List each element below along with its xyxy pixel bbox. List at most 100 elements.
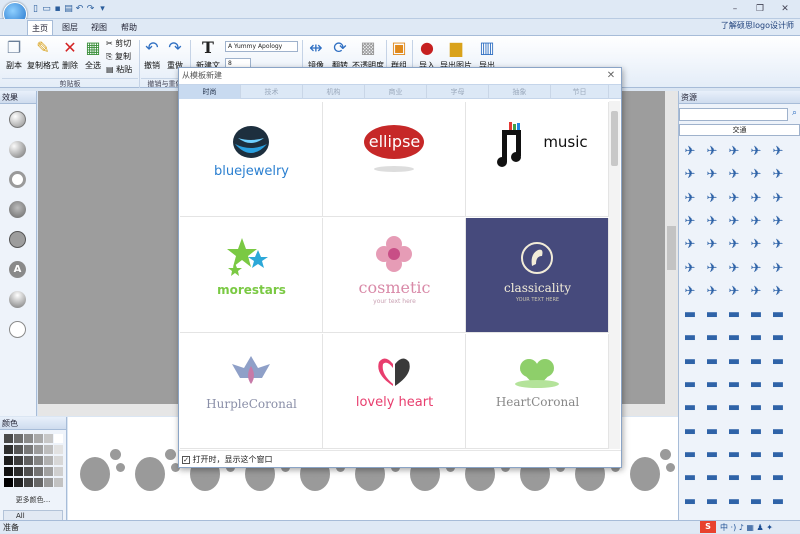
vehicle-icon[interactable]: ▬: [769, 447, 787, 462]
color-swatch[interactable]: [24, 467, 33, 476]
vehicle-icon[interactable]: ▬: [681, 494, 699, 509]
airplane-icon[interactable]: ✈: [769, 261, 787, 276]
vehicle-icon[interactable]: ▬: [681, 308, 699, 322]
airplane-icon[interactable]: ✈: [681, 284, 699, 299]
color-swatch[interactable]: [4, 478, 13, 487]
tab-help[interactable]: 帮助: [117, 20, 141, 35]
delete-button[interactable]: ✕ 删除: [60, 38, 80, 78]
search-icon[interactable]: ⌕: [789, 108, 800, 121]
undo-small-icon[interactable]: ↶: [74, 4, 85, 15]
airplane-icon[interactable]: ✈: [703, 238, 721, 252]
vehicle-icon[interactable]: ▬: [769, 378, 787, 392]
resource-search-input[interactable]: [679, 108, 788, 121]
vehicle-icon[interactable]: ▬: [747, 331, 765, 345]
color-swatch[interactable]: [44, 478, 53, 487]
vehicle-icon[interactable]: ▬: [681, 354, 699, 369]
tab-home[interactable]: 主页: [27, 20, 53, 35]
vehicle-icon[interactable]: ▬: [681, 378, 699, 392]
vehicle-icon[interactable]: ▬: [725, 401, 743, 415]
category-select[interactable]: 交通: [679, 124, 800, 136]
airplane-icon[interactable]: ✈: [725, 238, 743, 252]
color-swatch[interactable]: [44, 467, 53, 476]
vehicle-icon[interactable]: ▬: [681, 424, 699, 439]
tab-technology[interactable]: 技术: [241, 85, 303, 99]
vehicle-icon[interactable]: ▬: [769, 424, 787, 439]
airplane-icon[interactable]: ✈: [769, 191, 787, 206]
format-painter-button[interactable]: ✎ 复制格式: [27, 38, 59, 78]
color-swatch[interactable]: [34, 467, 43, 476]
tab-layer[interactable]: 图层: [58, 20, 82, 35]
vehicle-icon[interactable]: ▬: [725, 308, 743, 322]
vehicle-icon[interactable]: ▬: [703, 378, 721, 392]
undo-button[interactable]: ↶ 撤销: [142, 38, 162, 78]
airplane-icon[interactable]: ✈: [725, 214, 743, 229]
minimize-button[interactable]: –: [724, 2, 746, 16]
airplane-icon[interactable]: ✈: [725, 261, 743, 276]
template-ellipse[interactable]: ellipse: [323, 102, 466, 217]
vehicle-icon[interactable]: ▬: [681, 471, 699, 485]
effect-outline-icon[interactable]: [9, 171, 26, 188]
tab-letters[interactable]: 字母: [427, 85, 489, 99]
vehicle-icon[interactable]: ▬: [703, 308, 721, 322]
color-swatch[interactable]: [24, 445, 33, 454]
airplane-icon[interactable]: ✈: [747, 168, 765, 182]
template-heartcoronal[interactable]: HeartCoronal: [466, 334, 609, 449]
color-swatch[interactable]: [54, 434, 63, 443]
color-swatch[interactable]: [14, 456, 23, 465]
template-morestars[interactable]: morestars: [180, 218, 323, 333]
open-folder-icon[interactable]: ▭: [41, 4, 52, 15]
airplane-icon[interactable]: ✈: [703, 261, 721, 276]
airplane-icon[interactable]: ✈: [747, 145, 765, 159]
template-lovely-heart[interactable]: lovely heart: [323, 334, 466, 449]
template-music[interactable]: music: [466, 102, 609, 217]
vehicle-icon[interactable]: ▬: [747, 354, 765, 369]
effect-flat-icon[interactable]: [9, 231, 26, 248]
vehicle-icon[interactable]: ▬: [747, 471, 765, 485]
airplane-icon[interactable]: ✈: [681, 168, 699, 182]
color-swatch[interactable]: [34, 445, 43, 454]
color-swatch[interactable]: [54, 456, 63, 465]
airplane-icon[interactable]: ✈: [747, 261, 765, 276]
tab-abstract[interactable]: 抽象: [489, 85, 551, 99]
airplane-icon[interactable]: ✈: [703, 214, 721, 229]
vehicle-icon[interactable]: ▬: [703, 494, 721, 509]
canvas-vertical-scrollbar[interactable]: [665, 91, 678, 416]
cut-button[interactable]: ✂ 剪切: [106, 38, 131, 49]
airplane-icon[interactable]: ✈: [747, 238, 765, 252]
vehicle-icon[interactable]: ▬: [703, 447, 721, 462]
vehicle-icon[interactable]: ▬: [681, 447, 699, 462]
airplane-icon[interactable]: ✈: [681, 261, 699, 276]
vehicle-icon[interactable]: ▬: [703, 424, 721, 439]
vehicle-icon[interactable]: ▬: [725, 354, 743, 369]
effect-emboss-icon[interactable]: [9, 201, 26, 218]
paste-button[interactable]: ▤ 粘贴: [106, 64, 132, 75]
template-cosmetic[interactable]: cosmetic your text here: [323, 218, 466, 333]
color-swatch[interactable]: [14, 478, 23, 487]
airplane-icon[interactable]: ✈: [725, 168, 743, 182]
vehicle-icon[interactable]: ▬: [703, 331, 721, 345]
effect-gloss-icon[interactable]: [9, 291, 26, 308]
vehicle-icon[interactable]: ▬: [703, 354, 721, 369]
vehicle-icon[interactable]: ▬: [681, 401, 699, 415]
vehicle-icon[interactable]: ▬: [747, 447, 765, 462]
copy-button[interactable]: ⎘ 复制: [106, 51, 131, 62]
vehicle-icon[interactable]: ▬: [769, 471, 787, 485]
vehicle-icon[interactable]: ▬: [747, 308, 765, 322]
quick-access-dropdown-icon[interactable]: ▾: [97, 4, 108, 15]
airplane-icon[interactable]: ✈: [725, 191, 743, 206]
color-swatch[interactable]: [14, 467, 23, 476]
duplicate-button[interactable]: ❐ 副本: [3, 38, 25, 78]
airplane-icon[interactable]: ✈: [681, 238, 699, 252]
vehicle-icon[interactable]: ▬: [725, 447, 743, 462]
vehicle-icon[interactable]: ▬: [747, 378, 765, 392]
effect-none-icon[interactable]: [9, 321, 26, 338]
color-swatch[interactable]: [4, 434, 13, 443]
color-swatch[interactable]: [54, 445, 63, 454]
effect-text-icon[interactable]: A: [9, 261, 26, 278]
template-classicality[interactable]: classicality YOUR TEXT HERE: [466, 218, 609, 333]
airplane-icon[interactable]: ✈: [747, 191, 765, 206]
template-hurplecoronal[interactable]: HurpleCoronal: [180, 334, 323, 449]
more-colors-link[interactable]: 更多颜色...: [0, 495, 66, 505]
vehicle-icon[interactable]: ▬: [725, 378, 743, 392]
color-swatch[interactable]: [14, 445, 23, 454]
